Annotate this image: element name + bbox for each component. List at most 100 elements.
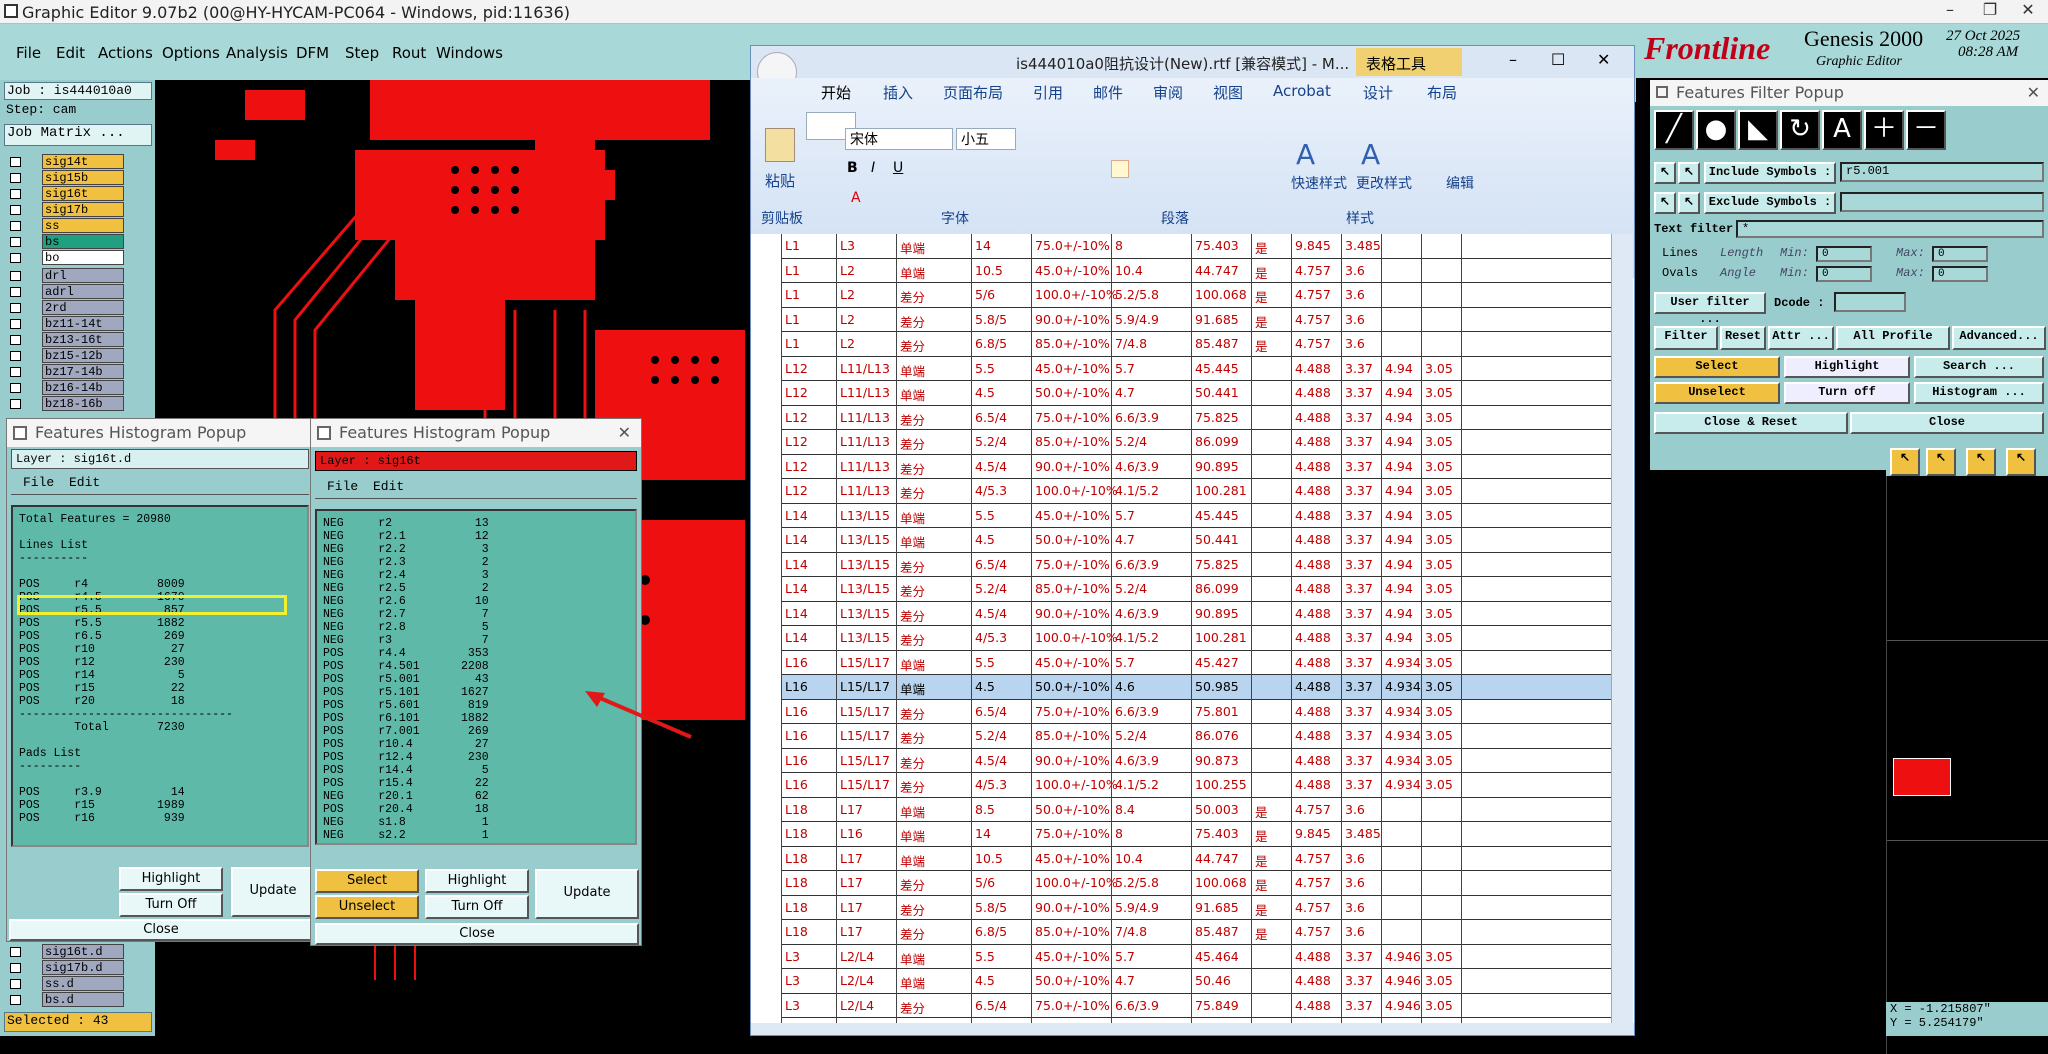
select-button[interactable]: Select	[315, 869, 419, 893]
quick-style-icon[interactable]: A	[1296, 138, 1315, 171]
table-row[interactable]: L16 L15/L17 差分 4/5.3 100.0+/-10% 4.1/5.2 100.2…	[781, 773, 1611, 798]
line-tool-icon[interactable]: ╱	[1654, 110, 1694, 150]
minimize-icon[interactable]: –	[1509, 50, 1517, 69]
menu-options[interactable]: Options	[162, 44, 220, 62]
layer-name[interactable]: sig15b	[42, 170, 124, 185]
tab-mailings[interactable]: 邮件	[1093, 82, 1123, 103]
surface-tool-icon[interactable]: ◣	[1738, 110, 1778, 150]
close-reset-button[interactable]: Close & Reset	[1654, 412, 1848, 434]
layer-row[interactable]: bz15-12b	[2, 348, 142, 363]
layer-checkbox[interactable]	[10, 995, 21, 1005]
layer-name[interactable]: bz18-16b	[42, 396, 124, 411]
layer-name[interactable]: drl	[42, 268, 124, 283]
layer-name[interactable]: sig17b	[42, 202, 124, 217]
mini-canvas[interactable]	[1886, 444, 2048, 1054]
layer-checkbox[interactable]	[10, 287, 21, 297]
tab-review[interactable]: 审阅	[1153, 82, 1183, 103]
include-arrow-icon[interactable]: ↖	[1654, 162, 1676, 184]
highlight-button[interactable]: Highlight	[425, 869, 529, 893]
table-row[interactable]: L18 L17 差分 5.8/5 90.0+/-10% 5.9/4.9 91.685 是 4.7…	[781, 896, 1611, 920]
layer-name[interactable]: bz15-12b	[42, 348, 124, 363]
table-row[interactable]: L12 L11/L13 差分 6.5/4 75.0+/-10% 6.6/3.9 75.825…	[781, 406, 1611, 430]
table-tools-tab[interactable]: 表格工具	[1356, 48, 1462, 76]
menu-step[interactable]: Step	[345, 44, 379, 62]
text-filter-input[interactable]: *	[1736, 220, 2044, 238]
table-row[interactable]: L14 L13/L15 差分 5.2/4 85.0+/-10% 5.2/4 86.099 4.…	[781, 577, 1611, 602]
layer-row[interactable]: sig14t	[2, 154, 142, 169]
exclude-symbols-input[interactable]	[1840, 192, 2044, 212]
layer-row[interactable]: drl	[2, 268, 142, 283]
histogram-list[interactable]: Total Features = 20980 Lines List --------…	[11, 505, 309, 847]
close-icon[interactable]: ✕	[618, 423, 631, 442]
length-min-input[interactable]: 0	[1816, 246, 1872, 262]
tab-layout2[interactable]: 布局	[1427, 82, 1457, 103]
font-size-select[interactable]: 小五	[956, 128, 1016, 150]
menu-analysis[interactable]: Analysis	[226, 44, 288, 62]
layer-name[interactable]: ss.d	[42, 976, 124, 991]
layer-name[interactable]: bs	[42, 234, 124, 249]
lines-checkbox[interactable]: Lines	[1662, 246, 1698, 260]
table-row[interactable]: L14 L13/L15 单端 5.5 45.0+/-10% 5.7 45.445 4.488 3…	[781, 504, 1611, 528]
layer-checkbox[interactable]	[10, 189, 21, 199]
pointer-icon[interactable]: ↖	[1890, 448, 1920, 476]
horizontal-scrollbar[interactable]	[751, 1023, 1634, 1035]
change-style-icon[interactable]: A	[1361, 138, 1380, 171]
font-color-icon[interactable]: A	[851, 190, 861, 206]
length-max-input[interactable]: 0	[1932, 246, 1988, 262]
menu-edit[interactable]: Edit	[69, 475, 100, 490]
paste-icon[interactable]	[765, 128, 795, 162]
menu-actions[interactable]: Actions	[98, 44, 153, 62]
layer-checkbox[interactable]	[10, 979, 21, 989]
layer-checkbox[interactable]	[10, 963, 21, 973]
bold-icon[interactable]: B	[847, 160, 858, 176]
table-row[interactable]: L14 L13/L15 差分 4/5.3 100.0+/-10% 4.1/5.2 100.2…	[781, 626, 1611, 651]
table-row[interactable]: L3 L2/L4 单端 4.5 50.0+/-10% 4.7 50.46 4.488 3.37 4…	[781, 969, 1611, 994]
table-row[interactable]: L3 L2/L4 差分 6.5/4 75.0+/-10% 6.6/3.9 75.849 4.4…	[781, 994, 1611, 1018]
pointer2-icon[interactable]: ↖	[1926, 448, 1956, 476]
highlight-button[interactable]: Highlight	[119, 867, 223, 891]
job-matrix-button[interactable]: Job Matrix ...	[4, 124, 152, 146]
italic-icon[interactable]: I	[871, 160, 875, 176]
include-symbols-input[interactable]: r5.001	[1840, 162, 2044, 182]
layer-name[interactable]: bz11-14t	[42, 316, 124, 331]
reset-button[interactable]: Reset	[1720, 326, 1766, 350]
exclude-arrow-icon[interactable]: ↖	[1654, 192, 1676, 214]
layer-row[interactable]: sig16t.d	[2, 944, 142, 959]
maximize-icon[interactable]: ☐	[1551, 50, 1565, 69]
layer-checkbox[interactable]	[10, 271, 21, 281]
layer-name[interactable]: sig14t	[42, 154, 124, 169]
table-row[interactable]: L12 L11/L13 差分 4/5.3 100.0+/-10% 4.1/5.2 100.2…	[781, 479, 1611, 504]
layer-row[interactable]: bz16-14b	[2, 380, 142, 395]
layer-row[interactable]: ss	[2, 218, 142, 233]
layer-checkbox[interactable]	[10, 303, 21, 313]
all-profile-select[interactable]: All Profile	[1836, 326, 1950, 350]
layer-row[interactable]: adrl	[2, 284, 142, 299]
table-row[interactable]: L12 L11/L13 单端 5.5 45.0+/-10% 5.7 45.445 4.488 3…	[781, 357, 1611, 381]
table-row[interactable]: L16 L15/L17 差分 5.2/4 85.0+/-10% 5.2/4 86.076 4.…	[781, 724, 1611, 749]
table-row[interactable]: L18 L17 单端 8.5 50.0+/-10% 8.4 50.003 是 4.757 3.6	[781, 798, 1611, 822]
select-button[interactable]: Select	[1654, 356, 1780, 378]
close-button[interactable]: Close	[315, 923, 639, 945]
angle-min-input[interactable]: 0	[1816, 266, 1872, 282]
update-button[interactable]: Update	[535, 869, 639, 919]
layer-row[interactable]: sig16t	[2, 186, 142, 201]
unselect-button[interactable]: Unselect	[1654, 382, 1780, 404]
layer-checkbox[interactable]	[10, 237, 21, 247]
tab-layout[interactable]: 页面布局	[943, 82, 1003, 103]
text-tool-icon[interactable]: A	[1822, 110, 1862, 150]
table-row[interactable]: L16 L15/L17 单端 4.5 50.0+/-10% 4.6 50.985 4.488 3…	[781, 675, 1611, 700]
menu-edit[interactable]: Edit	[56, 44, 85, 62]
layer-name[interactable]: sig16t	[42, 186, 124, 201]
table-row[interactable]: L1 L2 差分 6.8/5 85.0+/-10% 7/4.8 85.487 是 4.757 3.…	[781, 332, 1611, 357]
layer-checkbox[interactable]	[10, 383, 21, 393]
document-area[interactable]: L1 L3 单端 14 75.0+/-10% 8 75.403 是 9.845 3.485 L1 L2…	[751, 234, 1611, 1024]
layer-row[interactable]: bz17-14b	[2, 364, 142, 379]
vertical-scrollbar[interactable]	[1611, 234, 1633, 1024]
layer-name[interactable]: bz17-14b	[42, 364, 124, 379]
table-row[interactable]: L16 L15/L17 差分 4.5/4 90.0+/-10% 4.6/3.9 90.873…	[781, 749, 1611, 773]
table-row[interactable]: L12 L11/L13 差分 5.2/4 85.0+/-10% 5.2/4 86.099 4.…	[781, 430, 1611, 455]
layer-checkbox[interactable]	[10, 335, 21, 345]
layer-row[interactable]: bz18-16b	[2, 396, 142, 411]
table-row[interactable]: L3 L2/L4 单端 5.5 45.0+/-10% 5.7 45.464 4.488 3.37…	[781, 945, 1611, 969]
advanced-button[interactable]: Advanced...	[1952, 326, 2046, 350]
